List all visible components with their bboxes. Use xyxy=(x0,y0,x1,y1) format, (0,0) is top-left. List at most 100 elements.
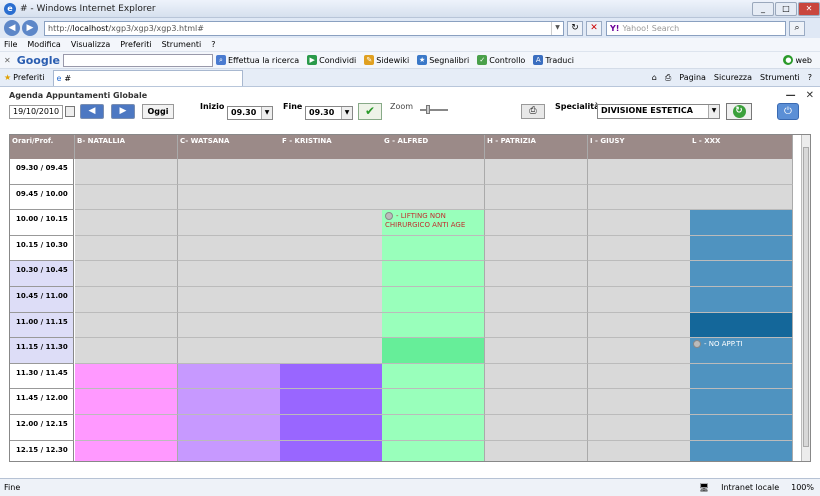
agenda-cell[interactable] xyxy=(690,440,793,461)
agenda-cell[interactable] xyxy=(75,312,178,339)
agenda-cell[interactable] xyxy=(485,363,588,390)
menu-file[interactable]: File xyxy=(4,40,17,49)
agenda-cell[interactable] xyxy=(588,210,691,236)
agenda-cell[interactable] xyxy=(280,235,383,262)
agenda-cell[interactable] xyxy=(280,338,383,364)
close-button[interactable]: ✕ xyxy=(798,1,820,16)
google-sidewiki-button[interactable]: ✎ Sidewiki xyxy=(364,55,409,65)
google-search-input[interactable] xyxy=(62,53,213,67)
menu-pagina[interactable]: Pagina xyxy=(679,73,706,83)
agenda-cell[interactable] xyxy=(690,287,793,313)
agenda-cell[interactable] xyxy=(485,338,588,364)
agenda-cell[interactable] xyxy=(690,210,793,236)
agenda-cell[interactable] xyxy=(382,261,485,287)
agenda-cell[interactable] xyxy=(75,415,178,441)
agenda-cell[interactable] xyxy=(382,159,485,185)
agenda-cell[interactable] xyxy=(588,440,691,461)
today-button[interactable]: Oggi xyxy=(142,104,174,119)
agenda-cell[interactable] xyxy=(178,184,281,211)
agenda-cell[interactable] xyxy=(280,440,383,461)
minimize-panel-icon[interactable]: — xyxy=(786,90,796,101)
agenda-cell[interactable] xyxy=(382,363,485,390)
agenda-cell[interactable] xyxy=(485,159,588,185)
print-button[interactable]: ⎙ xyxy=(521,104,545,119)
agenda-cell[interactable] xyxy=(75,338,178,364)
minimize-button[interactable]: _ xyxy=(752,1,774,16)
refresh-agenda-button[interactable]: ↻ xyxy=(726,103,752,120)
agenda-cell[interactable] xyxy=(280,415,383,441)
agenda-cell[interactable] xyxy=(485,415,588,441)
agenda-cell[interactable] xyxy=(280,389,383,415)
agenda-cell[interactable] xyxy=(178,389,281,415)
agenda-cell[interactable] xyxy=(178,440,281,461)
google-check-button[interactable]: ✓ Controllo xyxy=(477,55,525,65)
agenda-cell[interactable] xyxy=(75,159,178,185)
agenda-cell[interactable] xyxy=(485,184,588,211)
forward-button[interactable]: ▶ xyxy=(22,20,38,36)
agenda-cell[interactable] xyxy=(690,363,793,390)
start-select[interactable]: 09.30 ▼ xyxy=(227,106,273,120)
specialty-select[interactable]: DIVISIONE ESTETICA ▼ xyxy=(597,104,720,119)
agenda-cell[interactable] xyxy=(178,287,281,313)
agenda-cell[interactable] xyxy=(178,363,281,390)
agenda-cell[interactable] xyxy=(690,389,793,415)
menu-strumenti-tools[interactable]: Strumenti xyxy=(760,73,800,83)
agenda-cell[interactable] xyxy=(382,440,485,461)
agenda-cell[interactable] xyxy=(280,159,383,185)
google-bookmarks-button[interactable]: ★ Segnalibri xyxy=(417,55,469,65)
agenda-cell[interactable] xyxy=(382,235,485,262)
address-dropdown-icon[interactable]: ▼ xyxy=(551,21,563,35)
menu-visualizza[interactable]: Visualizza xyxy=(71,40,110,49)
agenda-cell[interactable] xyxy=(75,363,178,390)
agenda-cell[interactable] xyxy=(588,415,691,441)
agenda-cell[interactable] xyxy=(485,389,588,415)
agenda-cell[interactable] xyxy=(588,363,691,390)
agenda-cell[interactable] xyxy=(690,415,793,441)
appointment[interactable]: - LIFTING NON CHIRURGICO ANTI AGE xyxy=(382,210,481,230)
favorites-button[interactable]: ★ Preferiti xyxy=(4,73,45,82)
agenda-cell[interactable] xyxy=(75,287,178,313)
agenda-cell[interactable] xyxy=(178,235,281,262)
agenda-cell[interactable] xyxy=(382,389,485,415)
google-share-button[interactable]: ▶ Condividi xyxy=(307,55,356,65)
agenda-cell[interactable] xyxy=(485,261,588,287)
power-button[interactable]: ⏻ xyxy=(777,103,799,120)
agenda-cell[interactable] xyxy=(588,287,691,313)
help-icon[interactable]: ? xyxy=(808,73,812,83)
google-search-button[interactable]: ⌕ Effettua la ricerca xyxy=(215,55,299,65)
calendar-icon[interactable] xyxy=(65,106,75,117)
agenda-cell[interactable] xyxy=(485,235,588,262)
vertical-scrollbar[interactable] xyxy=(801,135,810,461)
agenda-cell[interactable] xyxy=(178,312,281,339)
agenda-cell[interactable] xyxy=(485,287,588,313)
maximize-button[interactable]: □ xyxy=(775,1,797,16)
appointment[interactable]: - NO APP.TI xyxy=(690,338,789,349)
agenda-cell[interactable] xyxy=(588,261,691,287)
menu-help[interactable]: ? xyxy=(211,40,215,49)
date-input[interactable]: 19/10/2010 xyxy=(9,105,63,119)
agenda-cell[interactable] xyxy=(690,312,793,339)
prev-day-button[interactable]: ◀ xyxy=(80,104,104,119)
address-bar[interactable]: http://localhost/xgp3/xgp3/xgp3.html# ▼ xyxy=(44,20,564,36)
agenda-cell[interactable] xyxy=(690,261,793,287)
agenda-cell[interactable] xyxy=(690,159,793,185)
agenda-cell[interactable] xyxy=(178,415,281,441)
menu-strumenti[interactable]: Strumenti xyxy=(162,40,202,49)
menu-modifica[interactable]: Modifica xyxy=(27,40,60,49)
search-input[interactable]: Y! Yahoo! Search xyxy=(606,20,786,36)
agenda-cell[interactable] xyxy=(178,261,281,287)
agenda-cell[interactable] xyxy=(75,440,178,461)
next-day-button[interactable]: ▶ xyxy=(111,104,135,119)
agenda-cell[interactable] xyxy=(280,287,383,313)
confirm-button[interactable]: ✔ xyxy=(358,103,382,120)
agenda-cell[interactable] xyxy=(178,210,281,236)
zoom-slider-handle[interactable] xyxy=(426,105,430,114)
home-icon[interactable]: ⌂ xyxy=(652,73,657,83)
agenda-cell[interactable] xyxy=(588,184,691,211)
agenda-cell[interactable] xyxy=(280,184,383,211)
end-select[interactable]: 09.30 ▼ xyxy=(305,106,353,120)
agenda-cell[interactable] xyxy=(485,312,588,339)
agenda-cell[interactable] xyxy=(280,261,383,287)
zoom-slider[interactable] xyxy=(420,105,448,114)
agenda-cell[interactable] xyxy=(382,184,485,211)
